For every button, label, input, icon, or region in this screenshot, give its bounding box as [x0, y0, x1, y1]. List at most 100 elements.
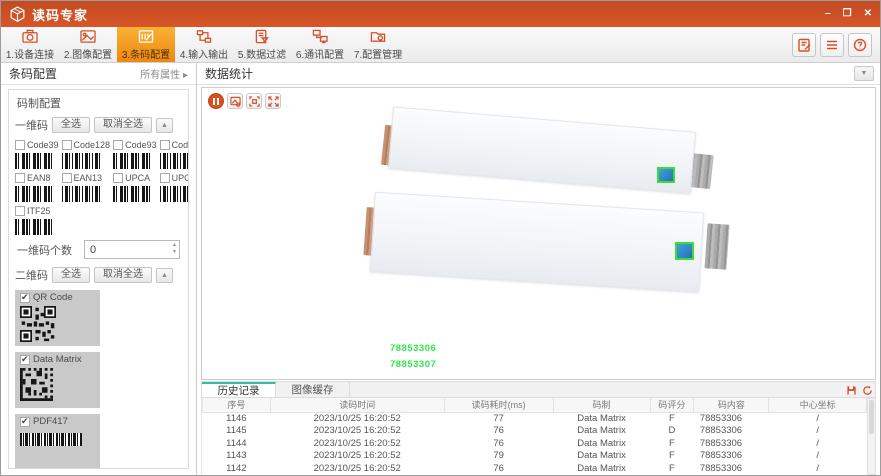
tab-history-record[interactable]: 历史记录	[202, 382, 276, 397]
code93-checkbox[interactable]	[113, 140, 123, 150]
two-d-deselect-all-button[interactable]: 取消全选	[94, 267, 152, 283]
table-header-row: 序号 读码时间 读码耗时(ms) 码制 码评分 码内容 中心坐标	[203, 398, 867, 412]
tab-input-output[interactable]: 4.输入输出	[175, 27, 233, 62]
codabar-checkbox[interactable]	[160, 140, 170, 150]
table-row[interactable]: 11462023/10/25 16:20:5277Data MatrixF788…	[203, 412, 867, 425]
log-report-button[interactable]	[792, 33, 816, 57]
clear-history-button[interactable]	[861, 384, 874, 396]
code-item-ean13[interactable]: EAN13	[62, 173, 111, 202]
two-d-collapse-button[interactable]: ▲	[156, 268, 173, 283]
chevron-right-icon: ▸	[183, 70, 188, 81]
decoded-value-2: 78853307	[390, 359, 436, 370]
one-d-count-input[interactable]: 0 ▲▼	[84, 240, 180, 259]
barcode-sample-image	[15, 153, 55, 169]
detected-code-roi-top	[657, 167, 675, 183]
code-item-pdf417[interactable]: PDF417	[15, 414, 100, 469]
camera-icon	[21, 29, 39, 44]
upca-checkbox[interactable]	[113, 173, 123, 183]
all-properties-link[interactable]: 所有属性 ▸	[140, 66, 188, 81]
code-label: EAN13	[74, 173, 103, 183]
tab-comm-config[interactable]: 6.通讯配置	[291, 27, 349, 62]
detected-code-roi-bottom	[675, 242, 694, 260]
data-stats-panel: 数据统计 ▼	[197, 63, 880, 475]
fit-view-button[interactable]	[246, 93, 262, 109]
two-d-select-all-button[interactable]: 全选	[52, 267, 90, 283]
history-panel: 历史记录 图像缓存	[201, 381, 876, 475]
datamatrix-checkbox[interactable]	[20, 355, 30, 365]
pause-button[interactable]	[208, 93, 224, 109]
all-properties-label: 所有属性	[140, 70, 180, 81]
code128-checkbox[interactable]	[62, 140, 72, 150]
code-item-itf25[interactable]: ITF25	[15, 206, 59, 235]
ean8-checkbox[interactable]	[15, 173, 25, 183]
panel-dropdown-button[interactable]: ▼	[854, 66, 874, 81]
tab-image-config[interactable]: 2.图像配置	[59, 27, 117, 62]
ean13-checkbox[interactable]	[62, 173, 72, 183]
maximize-button[interactable]: ❒	[843, 9, 852, 19]
tab-device-connect[interactable]: 1.设备连接	[1, 27, 59, 62]
code-item-upca[interactable]: UPCA	[113, 173, 157, 202]
barcode-sample-image	[62, 186, 102, 202]
tab-image-cache[interactable]: 图像缓存	[276, 382, 350, 397]
code-item-codabar[interactable]: CodaBar	[160, 140, 189, 169]
col-duration[interactable]: 读码耗时(ms)	[444, 398, 553, 412]
code-system-box: 码制配置 一维码 全选 取消全选 ▲ Code39 Code128 Code93	[8, 89, 189, 469]
tab-label: 3.条码配置	[122, 46, 170, 61]
image-save-button[interactable]	[227, 93, 243, 109]
code-item-datamatrix[interactable]: Data Matrix	[15, 352, 100, 408]
image-settings-icon	[230, 96, 241, 107]
tab-data-filter[interactable]: 5.数据过滤	[233, 27, 291, 62]
tab-label: 7.配置管理	[354, 46, 402, 61]
product-bottom	[370, 192, 704, 293]
tab-label: 2.图像配置	[64, 46, 112, 61]
tab-config-manage[interactable]: 7.配置管理	[349, 27, 407, 62]
table-scrollbar[interactable]	[867, 398, 876, 475]
section-title: 码制配置	[9, 90, 188, 114]
table-row[interactable]: 11452023/10/25 16:20:5276Data MatrixD788…	[203, 425, 867, 438]
col-content[interactable]: 码内容	[694, 398, 769, 412]
fullscreen-button[interactable]	[265, 93, 281, 109]
code-item-code93[interactable]: Code93	[113, 140, 157, 169]
tab-barcode-config[interactable]: 3.条码配置	[117, 27, 175, 62]
list-icon	[825, 38, 839, 52]
input-output-icon	[195, 29, 213, 44]
code-label: Code93	[125, 140, 157, 150]
one-d-collapse-button[interactable]: ▲	[156, 118, 173, 133]
save-history-button[interactable]	[845, 384, 858, 396]
pdf417-checkbox[interactable]	[20, 417, 30, 427]
one-d-deselect-all-button[interactable]: 取消全选	[94, 117, 152, 133]
col-code-type[interactable]: 码制	[553, 398, 650, 412]
code-item-code39[interactable]: Code39	[15, 140, 59, 169]
upce-checkbox[interactable]	[160, 173, 170, 183]
history-table[interactable]: 序号 读码时间 读码耗时(ms) 码制 码评分 码内容 中心坐标 1146202…	[201, 398, 867, 475]
code-item-upce[interactable]: UPCE	[160, 173, 189, 202]
code-item-ean8[interactable]: EAN8	[15, 173, 59, 202]
code-label: QR Code	[33, 292, 73, 303]
code39-checkbox[interactable]	[15, 140, 25, 150]
itf25-checkbox[interactable]	[15, 206, 25, 216]
table-row[interactable]: 11422023/10/25 16:20:5276Data MatrixF788…	[203, 463, 867, 475]
spinner-arrows-icon[interactable]: ▲▼	[172, 242, 177, 256]
col-seq[interactable]: 序号	[203, 398, 271, 412]
col-center[interactable]: 中心坐标	[769, 398, 867, 412]
code-label: CodaBar	[172, 140, 189, 150]
barcode-sample-image	[160, 186, 189, 202]
tab-label: 5.数据过滤	[238, 46, 286, 61]
fullscreen-icon	[268, 96, 279, 107]
stats-panel-title: 数据统计	[205, 65, 253, 82]
help-button[interactable]	[848, 33, 872, 57]
qrcode-checkbox[interactable]	[20, 293, 30, 303]
list-view-button[interactable]	[820, 33, 844, 57]
col-read-time[interactable]: 读码时间	[270, 398, 444, 412]
minimize-button[interactable]: –	[825, 9, 831, 19]
one-d-codes-grid: Code39 Code128 Code93 CodaBar EAN8	[9, 136, 188, 235]
scrollbar-thumb[interactable]	[869, 400, 874, 434]
table-row[interactable]: 11442023/10/25 16:20:5276Data MatrixF788…	[203, 438, 867, 451]
close-button[interactable]: ✕	[864, 9, 872, 19]
code-item-code128[interactable]: Code128	[62, 140, 111, 169]
col-score[interactable]: 码评分	[650, 398, 694, 412]
table-row[interactable]: 11432023/10/25 16:20:5279Data MatrixF788…	[203, 450, 867, 463]
one-d-select-all-button[interactable]: 全选	[52, 117, 90, 133]
code-item-qrcode[interactable]: QR Code	[15, 290, 100, 346]
image-viewer[interactable]: 78853306 78853307	[201, 87, 876, 380]
